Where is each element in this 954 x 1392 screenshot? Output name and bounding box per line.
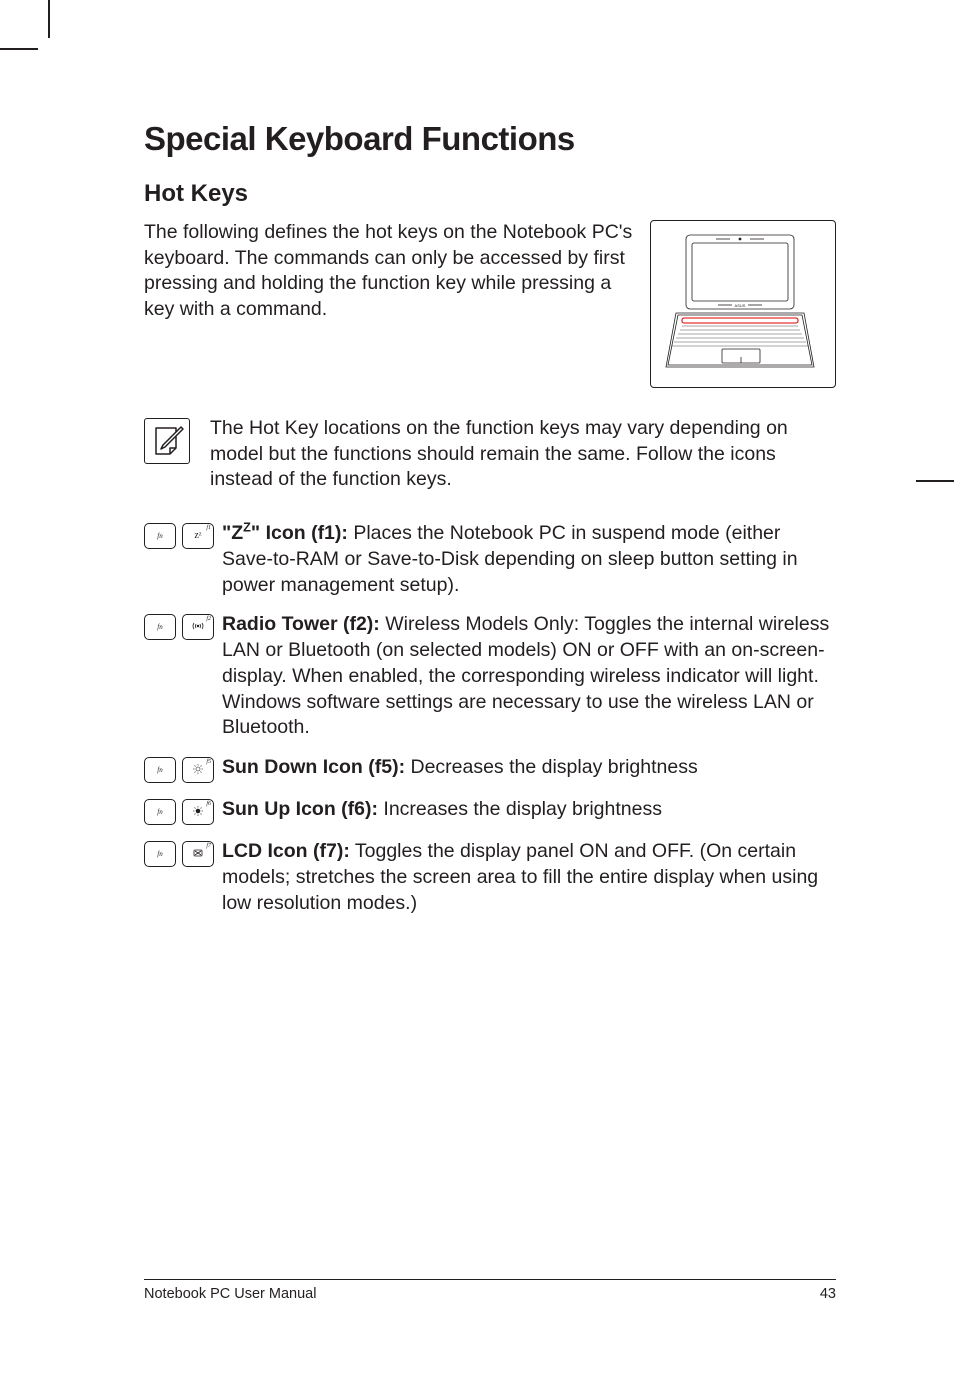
hotkey-row-f7: fn f7 LCD Icon (f7): Toggles the display…	[144, 839, 836, 916]
page-title: Special Keyboard Functions	[144, 120, 836, 158]
hotkey-row-f5: fn f5 Sun Down Icon (f5): Decreases the …	[144, 755, 836, 783]
hotkey-row-f6: fn f6 Sun Up Icon (f6): Increases the di…	[144, 797, 836, 825]
hotkey-desc: Sun Up Icon (f6): Increases the display …	[220, 797, 836, 823]
hotkey-label: Radio Tower (f2):	[222, 613, 380, 635]
f1-key-icon: zᶻ f1	[182, 523, 214, 549]
laptop-illustration: ASUS	[650, 220, 836, 388]
hotkey-desc: "ZZ" Icon (f1): Places the Notebook PC i…	[220, 521, 836, 598]
note-icon	[144, 418, 190, 464]
hotkey-label: "ZZ" Icon (f1):	[222, 522, 348, 544]
section-title: Hot Keys	[144, 180, 836, 208]
hotkey-desc: Radio Tower (f2): Wireless Models Only: …	[220, 612, 836, 741]
hotkey-row-f2: fn f2 Radio Tower (f2): Wireless Models …	[144, 612, 836, 741]
note-text: The Hot Key locations on the function ke…	[210, 416, 836, 493]
intro-row: The following defines the hot keys on th…	[144, 220, 836, 388]
fn-key-icon: fn	[144, 523, 176, 549]
fn-key-icon: fn	[144, 614, 176, 640]
footer-book-title: Notebook PC User Manual	[144, 1286, 316, 1302]
hotkey-label: LCD Icon (f7):	[222, 840, 350, 862]
f6-key-icon: f6	[182, 799, 214, 825]
fn-key-icon: fn	[144, 841, 176, 867]
f5-key-icon: f5	[182, 757, 214, 783]
crop-mark	[916, 480, 954, 482]
hotkey-desc: Sun Down Icon (f5): Decreases the displa…	[220, 755, 836, 781]
svg-text:ASUS: ASUS	[735, 303, 746, 308]
f7-key-icon: f7	[182, 841, 214, 867]
note-block: The Hot Key locations on the function ke…	[144, 416, 836, 493]
crop-mark	[48, 0, 50, 38]
hotkey-row-f1: fn zᶻ f1 "ZZ" Icon (f1): Places the Note…	[144, 521, 836, 598]
crop-mark	[0, 48, 38, 50]
page-content: Special Keyboard Functions Hot Keys The …	[144, 120, 836, 930]
hotkey-label: Sun Up Icon (f6):	[222, 798, 378, 820]
hotkey-label: Sun Down Icon (f5):	[222, 756, 405, 778]
page-number: 43	[820, 1286, 836, 1302]
fn-key-icon: fn	[144, 757, 176, 783]
hotkey-desc: LCD Icon (f7): Toggles the display panel…	[220, 839, 836, 916]
page-footer: Notebook PC User Manual 43	[144, 1279, 836, 1302]
f2-key-icon: f2	[182, 614, 214, 640]
fn-key-icon: fn	[144, 799, 176, 825]
intro-text: The following defines the hot keys on th…	[144, 220, 634, 388]
